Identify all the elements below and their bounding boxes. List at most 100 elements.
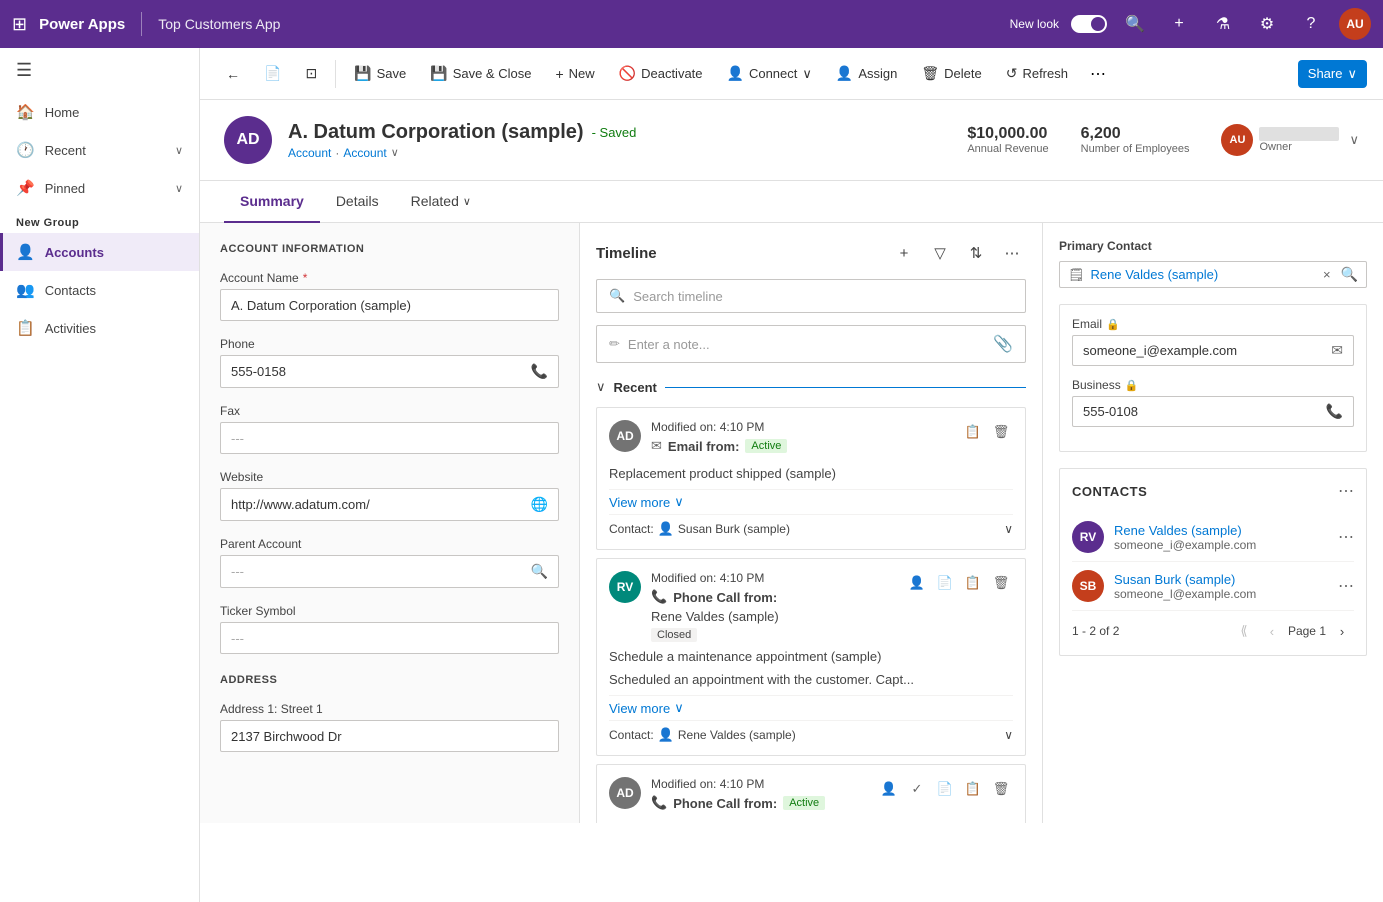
- website-input[interactable]: http://www.adatum.com/ 🌐: [220, 488, 559, 521]
- ticker-symbol-input[interactable]: ---: [220, 622, 559, 654]
- new-look-toggle[interactable]: [1071, 15, 1107, 33]
- assign-button[interactable]: 👤 Assign: [826, 59, 907, 88]
- more-button[interactable]: ⋯: [1082, 58, 1114, 90]
- pinned-icon: 📌: [16, 179, 35, 197]
- fax-label: Fax: [220, 404, 559, 418]
- street1-input[interactable]: 2137 Birchwood Dr: [220, 720, 559, 752]
- business-lock-icon: 🔒: [1125, 379, 1139, 392]
- sidebar-item-recent[interactable]: 🕐 Recent ∨: [0, 131, 199, 169]
- entry-2-doc-btn[interactable]: 📄: [933, 777, 957, 801]
- fax-input[interactable]: ---: [220, 422, 559, 454]
- recent-chevron[interactable]: ∨: [596, 379, 606, 395]
- parent-account-input[interactable]: --- 🔍: [220, 555, 559, 588]
- add-icon[interactable]: +: [1163, 8, 1195, 40]
- entry-2-assign-btn[interactable]: 👤: [877, 777, 901, 801]
- entry-0-modified: Modified on: 4:10 PM: [651, 420, 951, 434]
- timeline-filter-btn[interactable]: ▽: [926, 239, 954, 267]
- contact-0-more[interactable]: ⋯: [1338, 527, 1354, 547]
- entry-2-copy-btn[interactable]: 📋: [961, 777, 985, 801]
- primary-contact-remove[interactable]: ×: [1323, 267, 1331, 282]
- timeline-add-btn[interactable]: +: [890, 239, 918, 267]
- sidebar-hamburger[interactable]: ☰: [0, 48, 199, 93]
- entry-1-assign-btn[interactable]: 👤: [905, 571, 929, 595]
- timeline-search[interactable]: 🔍 Search timeline: [596, 279, 1026, 313]
- phone-icon[interactable]: 📞: [531, 363, 548, 380]
- pagination-next[interactable]: ›: [1330, 619, 1354, 643]
- delete-button[interactable]: 🗑 Delete: [911, 59, 991, 88]
- business-action-icon[interactable]: 📞: [1326, 403, 1343, 420]
- timeline-sort-btn[interactable]: ⇅: [962, 239, 990, 267]
- field-street1: Address 1: Street 1 2137 Birchwood Dr: [220, 702, 559, 752]
- phone-input[interactable]: 555-0158 📞: [220, 355, 559, 388]
- breadcrumb-link-1[interactable]: Account: [288, 146, 331, 160]
- contact-0-name[interactable]: Rene Valdes (sample): [1114, 523, 1328, 538]
- note-button[interactable]: 📄: [254, 59, 291, 88]
- new-button[interactable]: + New: [545, 60, 604, 88]
- refresh-button[interactable]: ↺ Refresh: [996, 59, 1078, 88]
- share-button[interactable]: Share ∨: [1298, 60, 1367, 88]
- contact-1-more[interactable]: ⋯: [1338, 576, 1354, 596]
- num-employees-stat: 6,200 Number of Employees: [1081, 125, 1190, 155]
- back-button[interactable]: ←: [216, 60, 250, 88]
- sidebar-item-pinned[interactable]: 📌 Pinned ∨: [0, 169, 199, 207]
- parent-account-label: Parent Account: [220, 537, 559, 551]
- email-action-icon[interactable]: ✉: [1331, 342, 1343, 359]
- tab-details[interactable]: Details: [320, 181, 395, 223]
- grid-icon[interactable]: ⊞: [12, 14, 27, 35]
- annual-revenue-label: Annual Revenue: [967, 143, 1048, 155]
- business-field-value[interactable]: 555-0108 📞: [1072, 396, 1354, 427]
- sidebar-item-activities[interactable]: 📋 Activities: [0, 309, 199, 347]
- entry-1-contact-row[interactable]: Contact: 👤 Rene Valdes (sample) ∨: [609, 720, 1013, 743]
- expand-button[interactable]: ⊡: [295, 59, 327, 88]
- entry-1-copy-btn[interactable]: 📋: [961, 571, 985, 595]
- connect-button[interactable]: 👤 Connect ∨: [717, 59, 822, 88]
- sidebar-item-accounts[interactable]: 👤 Accounts: [0, 233, 199, 271]
- phone-label: Phone: [220, 337, 559, 351]
- email-field-value[interactable]: someone_i@example.com ✉: [1072, 335, 1354, 366]
- pagination-prev[interactable]: ‹: [1260, 619, 1284, 643]
- entry-0-delete-btn[interactable]: 🗑: [989, 420, 1013, 444]
- settings-icon[interactable]: ⚙: [1251, 8, 1283, 40]
- save-close-button[interactable]: 💾 Save & Close: [420, 59, 541, 88]
- entry-2-check-btn[interactable]: ✓: [905, 777, 929, 801]
- tabs-bar: Summary Details Related ∨: [200, 181, 1383, 223]
- search-icon[interactable]: 🔍: [1119, 8, 1151, 40]
- website-icon[interactable]: 🌐: [531, 496, 548, 513]
- user-avatar[interactable]: AU: [1339, 8, 1371, 40]
- entry-2-delete-btn[interactable]: 🗑: [989, 777, 1013, 801]
- filter-icon[interactable]: ⚗: [1207, 8, 1239, 40]
- timeline-more-btn[interactable]: ⋯: [998, 239, 1026, 267]
- sidebar-item-home[interactable]: 🏠 Home: [0, 93, 199, 131]
- entry-1-doc-btn[interactable]: 📄: [933, 571, 957, 595]
- contact-1-name[interactable]: Susan Burk (sample): [1114, 572, 1328, 587]
- primary-contact-search[interactable]: 🔍: [1341, 266, 1358, 283]
- help-icon[interactable]: ?: [1295, 8, 1327, 40]
- deactivate-button[interactable]: 🚫 Deactivate: [609, 59, 713, 88]
- pencil-icon: ✏: [609, 336, 620, 352]
- entry-0-view-more[interactable]: View more ∨: [609, 489, 1013, 514]
- save-button[interactable]: 💾 Save: [344, 59, 416, 88]
- entry-0-type-icon: ✉: [651, 438, 662, 454]
- owner-expand[interactable]: ∨: [1349, 132, 1359, 148]
- breadcrumb-link-2[interactable]: Account: [343, 146, 386, 160]
- timeline-note[interactable]: ✏ Enter a note... 📎: [596, 325, 1026, 363]
- pagination-first[interactable]: ⟪: [1232, 619, 1256, 643]
- entry-0-copy-btn[interactable]: 📋: [961, 420, 985, 444]
- parent-account-search-icon[interactable]: 🔍: [531, 563, 548, 580]
- account-name-input[interactable]: A. Datum Corporation (sample): [220, 289, 559, 321]
- contacts-more-btn[interactable]: ⋯: [1338, 481, 1354, 501]
- entry-0-contact-label: Contact:: [609, 522, 654, 536]
- primary-contact-field[interactable]: 🗒 Rene Valdes (sample) × 🔍: [1059, 261, 1367, 288]
- tab-related[interactable]: Related ∨: [395, 181, 487, 223]
- attach-icon[interactable]: 📎: [993, 334, 1013, 354]
- breadcrumb-dropdown[interactable]: ∨: [391, 146, 399, 159]
- entry-1-delete-btn[interactable]: 🗑: [989, 571, 1013, 595]
- primary-contact-name[interactable]: Rene Valdes (sample): [1091, 267, 1317, 282]
- entry-1-view-more[interactable]: View more ∨: [609, 695, 1013, 720]
- left-column: ACCOUNT INFORMATION Account Name * A. Da…: [200, 223, 580, 823]
- primary-contact-label: Primary Contact: [1059, 239, 1367, 253]
- tab-summary[interactable]: Summary: [224, 181, 320, 223]
- entry-0-contact-chevron: ∨: [1004, 522, 1013, 536]
- sidebar-item-contacts[interactable]: 👥 Contacts: [0, 271, 199, 309]
- entry-0-contact-row[interactable]: Contact: 👤 Susan Burk (sample) ∨: [609, 514, 1013, 537]
